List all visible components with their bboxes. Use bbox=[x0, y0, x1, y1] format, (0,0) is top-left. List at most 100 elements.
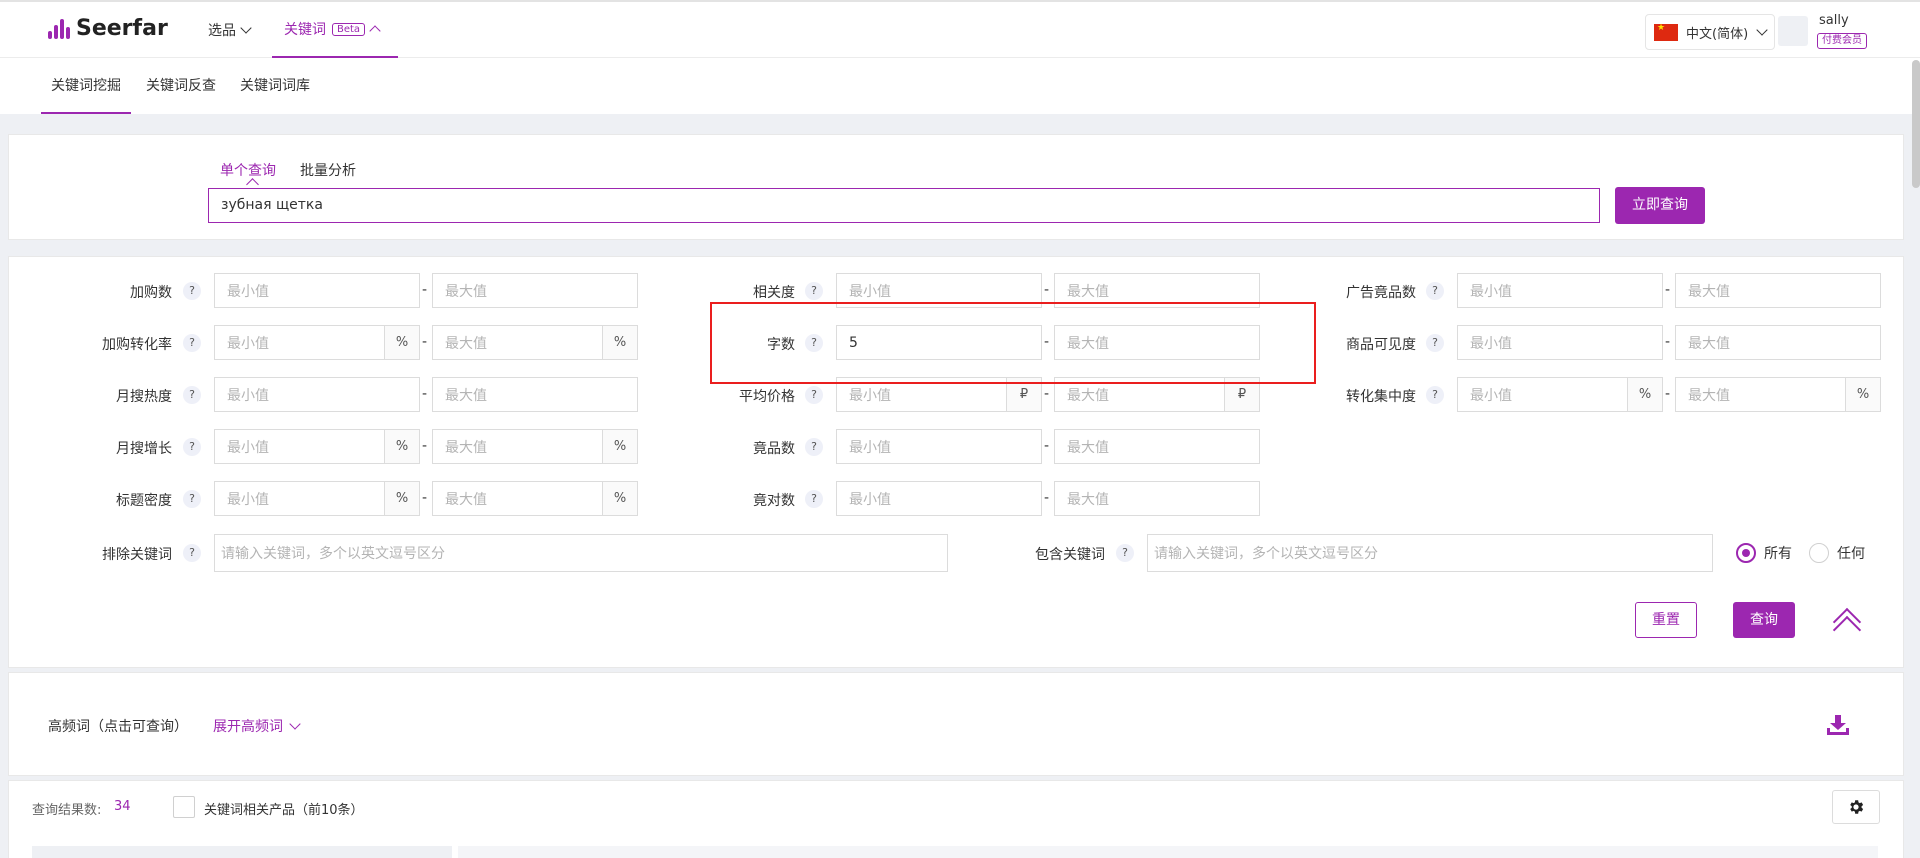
percent-suffix: % bbox=[384, 482, 419, 515]
language-selector[interactable]: 中文(简体) bbox=[1645, 14, 1775, 50]
download-icon[interactable] bbox=[1826, 714, 1850, 736]
month-heat-max-input[interactable]: 最大值 bbox=[432, 377, 638, 412]
filter-label-add-cart-rate: 加购转化率 bbox=[102, 337, 172, 353]
related-products-label: 关键词相关产品（前10条） bbox=[204, 803, 364, 818]
tab-keyword-library[interactable]: 关键词词库 bbox=[240, 58, 310, 114]
chevron-down-icon bbox=[289, 718, 301, 730]
add-cart-min-input[interactable]: 最小值 bbox=[214, 273, 420, 308]
nav-item-label: 关键词 bbox=[284, 22, 326, 38]
range-separator: - bbox=[1665, 386, 1671, 402]
range-separator: - bbox=[422, 334, 428, 350]
add-cart-max-input[interactable]: 最大值 bbox=[432, 273, 638, 308]
instant-query-button[interactable]: 立即查询 bbox=[1615, 187, 1705, 224]
tab-keyword-reverse[interactable]: 关键词反查 bbox=[146, 58, 216, 114]
filter-label-relevance: 相关度 bbox=[753, 285, 795, 301]
help-icon[interactable]: ? bbox=[1426, 386, 1444, 404]
title-density-min-input[interactable]: 最小值% bbox=[214, 481, 420, 516]
brand-logo[interactable]: Seerfar bbox=[48, 16, 168, 41]
beta-badge: Beta bbox=[332, 22, 366, 36]
help-icon[interactable]: ? bbox=[805, 438, 823, 456]
competitors-max-input[interactable]: 最大值 bbox=[1054, 481, 1260, 516]
help-icon[interactable]: ? bbox=[183, 490, 201, 508]
ad-products-min-input[interactable]: 最小值 bbox=[1457, 273, 1663, 308]
add-cart-rate-min-input[interactable]: 最小值% bbox=[214, 325, 420, 360]
conversion-min-input[interactable]: 最小值% bbox=[1457, 377, 1663, 412]
conversion-max-input[interactable]: 最大值% bbox=[1675, 377, 1881, 412]
help-icon[interactable]: ? bbox=[1426, 282, 1444, 300]
match-all-radio[interactable] bbox=[1736, 543, 1756, 563]
avatar[interactable] bbox=[1778, 16, 1808, 46]
nav-item-label: 选品 bbox=[208, 23, 236, 39]
filter-label-month-growth: 月搜增长 bbox=[116, 441, 172, 457]
competitors-min-input[interactable]: 最小值 bbox=[836, 481, 1042, 516]
help-icon[interactable]: ? bbox=[183, 438, 201, 456]
results-count: 34 bbox=[114, 799, 131, 814]
range-separator: - bbox=[1665, 282, 1671, 298]
filter-label-conversion: 转化集中度 bbox=[1346, 389, 1416, 405]
match-any-radio[interactable] bbox=[1809, 543, 1829, 563]
month-heat-min-input[interactable]: 最小值 bbox=[214, 377, 420, 412]
percent-suffix: % bbox=[602, 326, 637, 359]
filter-label-include-keywords: 包含关键词 bbox=[1035, 547, 1105, 563]
month-growth-max-input[interactable]: 最大值% bbox=[432, 429, 638, 464]
filter-label-competitors: 竟对数 bbox=[753, 493, 795, 509]
gear-icon bbox=[1850, 800, 1864, 814]
nav-item-keywords[interactable]: 关键词 Beta bbox=[272, 2, 398, 58]
ad-products-max-input[interactable]: 最大值 bbox=[1675, 273, 1881, 308]
tab-keyword-mining[interactable]: 关键词挖掘 bbox=[41, 58, 131, 114]
filter-label-products: 竟品数 bbox=[753, 441, 795, 457]
related-products-checkbox[interactable] bbox=[173, 796, 195, 818]
percent-suffix: % bbox=[1627, 378, 1662, 411]
collapse-icon[interactable] bbox=[1832, 606, 1862, 645]
search-button[interactable]: 查询 bbox=[1733, 602, 1795, 638]
results-count-label: 查询结果数: bbox=[32, 803, 102, 818]
visibility-min-input[interactable]: 最小值 bbox=[1457, 325, 1663, 360]
help-icon[interactable]: ? bbox=[805, 490, 823, 508]
help-icon[interactable]: ? bbox=[183, 386, 201, 404]
filter-label-avg-price: 平均价格 bbox=[739, 389, 795, 405]
user-name[interactable]: sally bbox=[1819, 13, 1849, 28]
filter-label-ad-products: 广告竟品数 bbox=[1346, 285, 1416, 301]
filter-label-month-heat: 月搜热度 bbox=[116, 389, 172, 405]
chevron-up-icon bbox=[369, 25, 381, 37]
sub-nav: 关键词挖掘 关键词反查 关键词词库 bbox=[0, 58, 1920, 114]
keyword-search-input[interactable]: зубная щетка bbox=[208, 188, 1600, 223]
products-max-input[interactable]: 最大值 bbox=[1054, 429, 1260, 464]
nav-item-product-selection[interactable]: 选品 bbox=[208, 2, 252, 58]
chevron-down-icon bbox=[240, 22, 252, 34]
range-separator: - bbox=[422, 386, 428, 402]
settings-button[interactable] bbox=[1832, 790, 1880, 824]
exclude-keywords-input[interactable]: 请输入关键词，多个以英文逗号区分 bbox=[214, 534, 948, 572]
filter-label-exclude-keywords: 排除关键词 bbox=[102, 547, 172, 563]
tab-batch-analysis[interactable]: 批量分析 bbox=[300, 160, 356, 180]
expand-label: 展开高频词 bbox=[213, 719, 283, 735]
highlight-box bbox=[710, 302, 1316, 384]
tab-single-query[interactable]: 单个查询 bbox=[220, 160, 276, 180]
include-keywords-input[interactable]: 请输入关键词，多个以英文逗号区分 bbox=[1147, 534, 1713, 572]
add-cart-rate-max-input[interactable]: 最大值% bbox=[432, 325, 638, 360]
percent-suffix: % bbox=[384, 326, 419, 359]
expand-high-frequency-button[interactable]: 展开高频词 bbox=[213, 716, 301, 736]
match-any-label: 任何 bbox=[1837, 546, 1865, 562]
help-icon[interactable]: ? bbox=[183, 544, 201, 562]
range-separator: - bbox=[1044, 490, 1050, 506]
brand-name: Seerfar bbox=[76, 16, 168, 41]
help-icon[interactable]: ? bbox=[1116, 544, 1134, 562]
month-growth-min-input[interactable]: 最小值% bbox=[214, 429, 420, 464]
help-icon[interactable]: ? bbox=[1426, 334, 1444, 352]
title-density-max-input[interactable]: 最大值% bbox=[432, 481, 638, 516]
help-icon[interactable]: ? bbox=[805, 282, 823, 300]
products-min-input[interactable]: 最小值 bbox=[836, 429, 1042, 464]
range-separator: - bbox=[422, 438, 428, 454]
range-separator: - bbox=[422, 490, 428, 506]
help-icon[interactable]: ? bbox=[183, 282, 201, 300]
help-icon[interactable]: ? bbox=[805, 386, 823, 404]
range-separator: - bbox=[1665, 334, 1671, 350]
help-icon[interactable]: ? bbox=[183, 334, 201, 352]
range-separator: - bbox=[1044, 438, 1050, 454]
language-label: 中文(简体) bbox=[1686, 26, 1749, 42]
reset-button[interactable]: 重置 bbox=[1635, 602, 1697, 638]
high-frequency-label: 高频词（点击可查询） bbox=[48, 719, 188, 735]
visibility-max-input[interactable]: 最大值 bbox=[1675, 325, 1881, 360]
page-scrollbar[interactable] bbox=[1912, 60, 1920, 188]
